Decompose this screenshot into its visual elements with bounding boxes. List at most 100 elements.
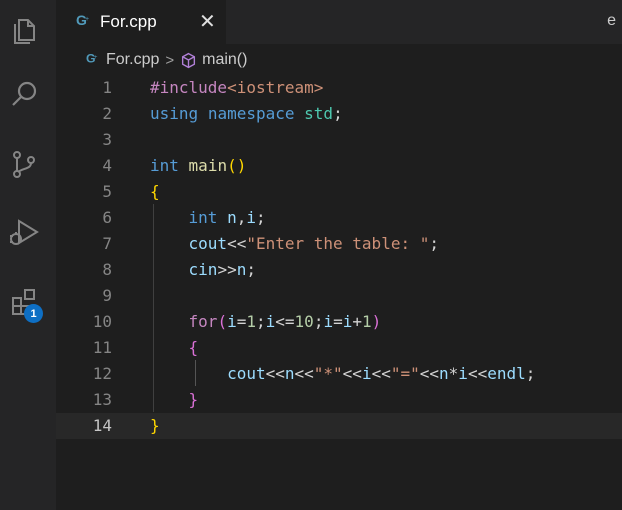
code-line[interactable]: 7 cout<<"Enter the table: "; (56, 231, 622, 257)
code-token: i (227, 312, 237, 331)
code-token: , (236, 208, 247, 227)
code-token: using (150, 104, 199, 123)
line-number: 3 (102, 130, 112, 149)
code-line[interactable]: 9 (56, 283, 622, 309)
code-line[interactable]: 2 using namespace std; (56, 101, 622, 127)
code-token: ) (371, 312, 382, 331)
code-token: << (227, 234, 247, 253)
code-token: namespace (207, 104, 295, 123)
code-token: } (150, 416, 160, 435)
svg-text:+: + (85, 16, 89, 23)
code-token: () (227, 156, 247, 175)
code-text: int n,i; (150, 205, 266, 231)
cpp-file-icon: G + (76, 12, 92, 32)
code-token: 10 (294, 312, 314, 331)
extensions-badge: 1 (24, 304, 43, 323)
code-text: { (150, 335, 199, 361)
code-token: + (352, 312, 363, 331)
code-editor[interactable]: 1 #include<iostream> 2 using namespace std;… (56, 74, 622, 510)
code-text: } (150, 413, 160, 439)
code-token: >> (217, 260, 237, 279)
code-line[interactable]: 1 #include<iostream> (56, 75, 622, 101)
code-token: ; (313, 312, 324, 331)
code-token: << (342, 364, 362, 383)
breadcrumb-file[interactable]: For.cpp (106, 51, 159, 69)
code-token: { (150, 182, 160, 201)
code-token: } (188, 390, 199, 409)
code-token: << (265, 364, 285, 383)
line-number: 13 (92, 390, 112, 409)
line-number: 8 (102, 260, 112, 279)
code-token: i (342, 312, 353, 331)
svg-text:+: + (94, 53, 98, 60)
truncated-text: e (607, 12, 616, 29)
code-token: 1 (246, 312, 256, 331)
code-line[interactable]: 13 } (56, 387, 622, 413)
code-token: endl (487, 364, 526, 383)
code-token: n (439, 364, 449, 383)
code-token: = (236, 312, 247, 331)
code-token: cin (188, 260, 218, 279)
code-line[interactable]: 12 cout<<n<<"*"<<i<<"="<<n*i<<endl; (56, 361, 622, 387)
code-line[interactable]: 3 (56, 127, 622, 153)
code-token: std (304, 104, 334, 123)
code-token: "=" (390, 364, 420, 383)
source-control-icon[interactable] (0, 140, 48, 188)
code-token: = (333, 312, 343, 331)
code-token: <= (275, 312, 295, 331)
code-token: n (236, 260, 247, 279)
run-debug-icon[interactable] (0, 208, 48, 256)
code-token: << (467, 364, 488, 383)
cpp-file-icon: G + (86, 51, 100, 70)
code-line[interactable]: 6 int n,i; (56, 205, 622, 231)
code-token: "*" (313, 364, 343, 383)
tab-for-cpp[interactable]: G + For.cpp ✕ (56, 0, 226, 44)
code-text: using namespace std; (150, 101, 343, 127)
code-token: { (188, 338, 199, 357)
code-token: * (448, 364, 459, 383)
code-token: 1 (362, 312, 372, 331)
search-icon[interactable] (0, 70, 48, 118)
code-line[interactable]: 4 int main() (56, 153, 622, 179)
line-number: 5 (102, 182, 112, 201)
breadcrumb-symbol[interactable]: main() (202, 51, 247, 69)
code-token: n (227, 208, 237, 227)
code-token: ; (246, 260, 256, 279)
code-token: i (265, 312, 276, 331)
close-icon[interactable]: ✕ (199, 9, 216, 33)
code-line[interactable]: 5{ (56, 179, 622, 205)
code-token: int (150, 156, 179, 175)
code-token: ; (429, 234, 439, 253)
code-text: int main() (150, 153, 246, 179)
line-number: 2 (102, 104, 112, 123)
code-text: { (150, 179, 160, 205)
breadcrumb: G + For.cpp > main() (56, 46, 622, 74)
code-token: i (323, 312, 334, 331)
code-line[interactable]: 14} (56, 413, 622, 439)
tab-bar: G + For.cpp ✕ e (56, 0, 622, 44)
files-icon[interactable] (0, 6, 48, 54)
code-line[interactable]: 10 for(i=1;i<=10;i=i+1) (56, 309, 622, 335)
code-token: <iostream> (227, 78, 324, 97)
tab-title: For.cpp (100, 12, 157, 31)
activity-bar: 1 (0, 0, 56, 510)
code-line[interactable]: 8 cin>>n; (56, 257, 622, 283)
code-token: n (284, 364, 295, 383)
line-number: 1 (102, 78, 112, 97)
code-line[interactable]: 11 { (56, 335, 622, 361)
code-token: main (188, 156, 228, 175)
code-token: i (361, 364, 372, 383)
code-token: << (419, 364, 440, 383)
code-token: ; (256, 208, 266, 227)
code-token: cout (188, 234, 228, 253)
code-token: ; (333, 104, 343, 123)
code-token: i (246, 208, 256, 227)
